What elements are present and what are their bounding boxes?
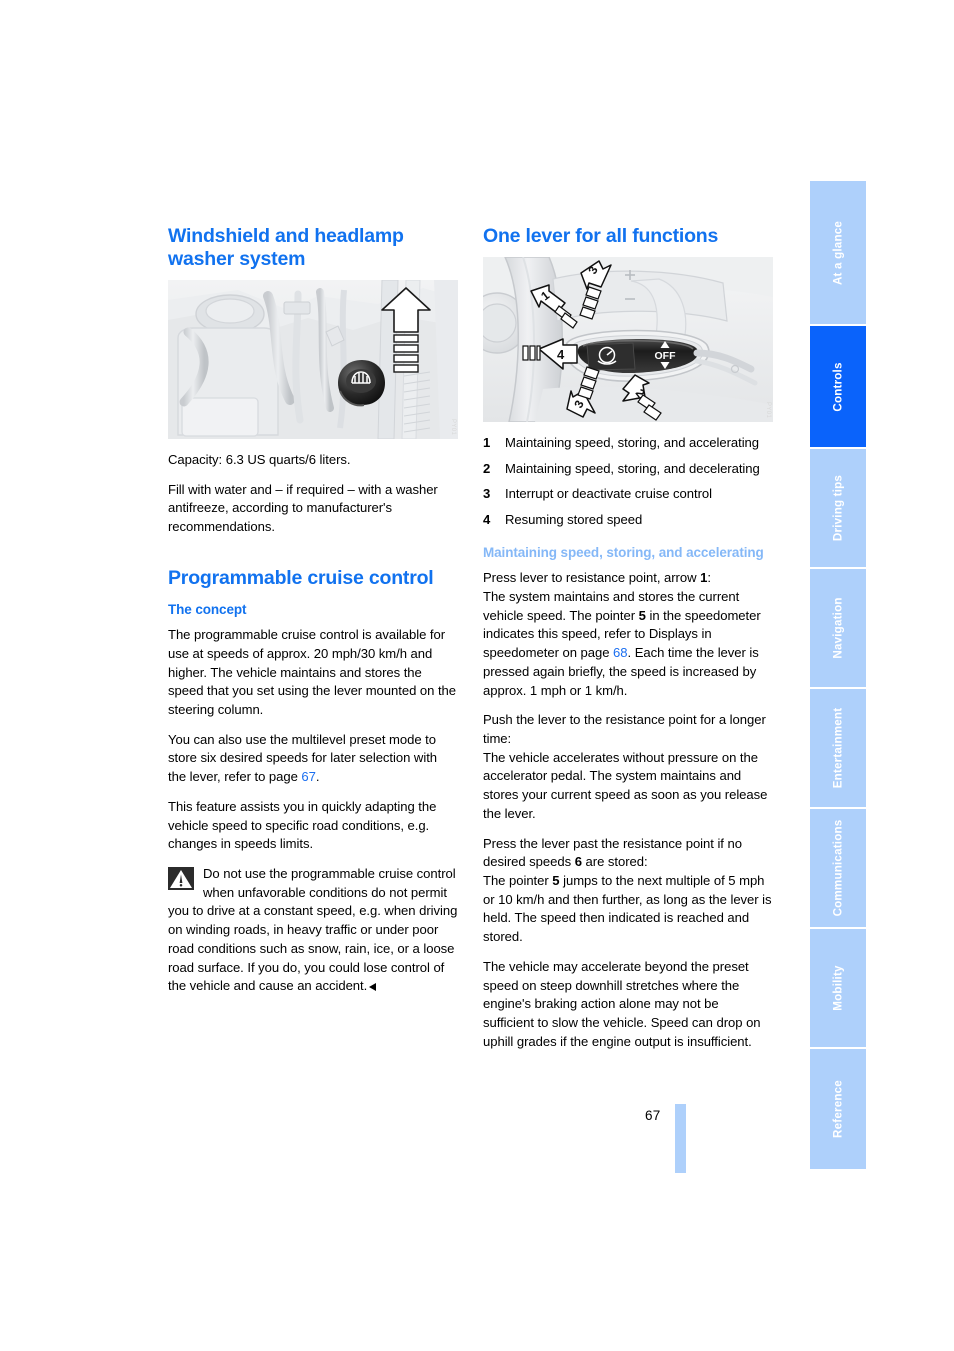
tab-reference[interactable]: Reference	[810, 1049, 866, 1169]
resistance-text-2: :	[707, 570, 711, 586]
tab-label: At a glance	[831, 220, 845, 285]
tab-label: Driving tips	[831, 474, 845, 542]
warning-block: Do not use the programmable cruise contr…	[168, 865, 458, 996]
svg-text:4: 4	[557, 347, 565, 362]
concept-paragraph-1: The programmable cruise control is avail…	[168, 627, 456, 717]
one-lever-heading: One lever for all functions	[483, 225, 719, 247]
the-concept-subheading: The concept	[168, 601, 247, 617]
legend-text: Resuming stored speed	[505, 511, 643, 527]
figure-code: PY01	[765, 401, 771, 418]
manual-page: Windshield and headlamp washer system PY…	[0, 0, 954, 1351]
past-text-3: The pointer	[483, 872, 553, 888]
legend-text: Maintaining speed, storing, and decelera…	[505, 460, 760, 476]
tab-at-a-glance[interactable]: At a glance	[810, 181, 866, 326]
tab-entertainment[interactable]: Entertainment	[810, 689, 866, 809]
left-column: Windshield and headlamp washer system PY…	[168, 225, 458, 996]
legend-number: 1	[483, 435, 491, 450]
tab-label: Reference	[831, 1080, 845, 1138]
tab-communications[interactable]: Communications	[810, 809, 866, 929]
legend-text: Maintaining speed, storing, and accelera…	[505, 435, 760, 450]
longer-time-paragraph: Push the lever to the resistance point f…	[483, 712, 768, 821]
page-number: 67	[645, 1108, 661, 1123]
legend-number: 3	[483, 486, 491, 502]
cruise-control-section-heading: Programmable cruise control	[168, 566, 434, 589]
speeds-ref-6: 6	[574, 854, 582, 870]
pointer-ref-5: 5	[638, 607, 646, 623]
washer-system-heading: Windshield and headlamp washer system	[168, 225, 404, 270]
cruise-control-lever-illustration: OFF 1 3 4 3 2 PY01	[483, 257, 773, 422]
tab-label: Mobility	[831, 965, 845, 1011]
past-resistance-paragraph: Press the lever past the resistance poin…	[483, 835, 773, 947]
list-item: 2 Maintaining speed, storing, and decele…	[483, 460, 773, 479]
figure-code: PY01	[450, 418, 456, 435]
page-cross-reference-67[interactable]: 67	[301, 769, 316, 784]
warning-end-marker	[369, 983, 377, 992]
tab-label: Controls	[831, 361, 845, 412]
list-item: 4 Resuming stored speed	[483, 511, 773, 530]
lever-function-legend: 1 Maintaining speed, storing, and accele…	[483, 434, 773, 529]
page-number-accent-bar	[675, 1104, 686, 1173]
multilevel-text-after: .	[315, 769, 320, 785]
fill-instructions-paragraph: Fill with water and – if required – with…	[168, 481, 438, 535]
tab-label: Entertainment	[831, 707, 845, 789]
tab-driving-tips[interactable]: Driving tips	[810, 449, 866, 569]
multilevel-preset-paragraph: You can also use the multilevel preset m…	[168, 731, 458, 787]
tab-navigation[interactable]: Navigation	[810, 569, 866, 689]
concept-paragraph-2: This feature assists you in quickly adap…	[168, 798, 437, 852]
resistance-text-1: Press lever to resistance point, arrow	[483, 570, 701, 586]
legend-number: 4	[483, 511, 491, 527]
legend-text: Interrupt or deactivate cruise control	[505, 486, 712, 502]
tab-label: Navigation	[831, 597, 845, 659]
downhill-paragraph: The vehicle may accelerate beyond the pr…	[483, 958, 761, 1049]
resistance-point-paragraph: Press lever to resistance point, arrow 1…	[483, 569, 773, 700]
list-item: 1 Maintaining speed, storing, and accele…	[483, 434, 773, 453]
pointer-ref-5b: 5	[552, 872, 560, 888]
section-tab-rail: At a glance Controls Driving tips Naviga…	[810, 181, 866, 1169]
page-cross-reference-68[interactable]: 68	[613, 645, 628, 660]
svg-text:OFF: OFF	[655, 350, 677, 362]
tab-controls[interactable]: Controls	[810, 326, 866, 449]
warning-triangle-icon	[168, 866, 194, 890]
warning-text: Do not use the programmable cruise contr…	[168, 865, 458, 994]
washer-fluid-reservoir-illustration: PY01	[168, 280, 458, 439]
past-text-2: are stored:	[581, 854, 648, 870]
list-item: 3 Interrupt or deactivate cruise control	[483, 485, 773, 504]
right-column: One lever for all functions OFF 1 3 4 3 …	[483, 225, 773, 1051]
tab-label: Communications	[831, 819, 845, 917]
legend-number: 2	[483, 460, 491, 476]
tab-mobility[interactable]: Mobility	[810, 929, 866, 1049]
maintaining-speed-subheading: Maintaining speed, storing, and accelera…	[483, 545, 764, 561]
capacity-paragraph: Capacity: 6.3 US quarts/6 liters.	[168, 452, 351, 467]
